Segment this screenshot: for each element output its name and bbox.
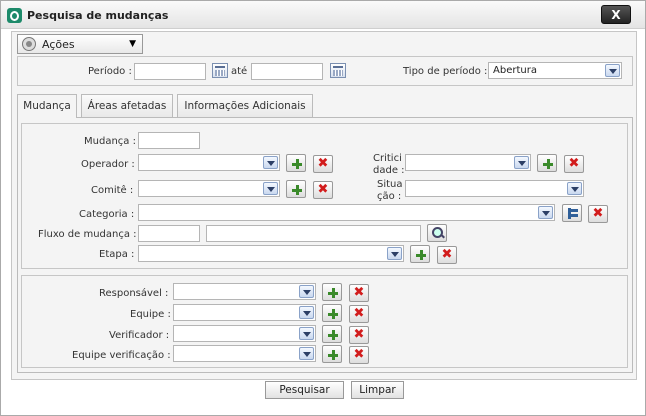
period-filter-bar: Período : até Tipo de período : Abertura bbox=[17, 56, 633, 86]
operador-select[interactable] bbox=[138, 154, 280, 171]
remove-criticidade-button[interactable]: ✖ bbox=[564, 155, 584, 173]
add-icon bbox=[292, 159, 302, 169]
periodo-label: Período : bbox=[88, 66, 132, 77]
equipe-select[interactable] bbox=[173, 304, 316, 321]
dialog-body: Ações ▼ Período : até Tipo de período : … bbox=[11, 31, 637, 380]
dialog-title: Pesquisa de mudanças bbox=[27, 9, 169, 22]
remove-equipe-button[interactable]: ✖ bbox=[349, 305, 369, 323]
app-logo-icon bbox=[7, 8, 22, 23]
add-equipe-button[interactable] bbox=[322, 304, 342, 322]
category-tree-icon[interactable] bbox=[562, 204, 582, 222]
dropdown-arrow-icon bbox=[299, 285, 314, 298]
title-bar[interactable]: Pesquisa de mudanças X bbox=[1, 1, 645, 29]
add-equipe-verificacao-button[interactable] bbox=[322, 345, 342, 363]
comite-label: Comitê : bbox=[91, 185, 134, 196]
caret-down-icon: ▼ bbox=[129, 39, 136, 49]
remove-verificador-button[interactable]: ✖ bbox=[349, 326, 369, 344]
dropdown-arrow-icon bbox=[263, 156, 278, 169]
criticidade-label-2: dade : bbox=[373, 165, 405, 176]
remove-equipe-verificacao-button[interactable]: ✖ bbox=[349, 346, 369, 364]
add-icon bbox=[416, 250, 426, 260]
dropdown-arrow-icon bbox=[605, 64, 620, 77]
add-icon bbox=[328, 309, 338, 319]
equipe-verificacao-label: Equipe verificação : bbox=[72, 350, 171, 361]
verificador-label: Verificador : bbox=[109, 330, 170, 341]
ate-label: até bbox=[231, 66, 248, 77]
add-icon bbox=[328, 288, 338, 298]
operador-label: Operador : bbox=[81, 159, 135, 170]
mudanca-label: Mudança : bbox=[84, 136, 136, 147]
tipo-periodo-value: Abertura bbox=[493, 65, 537, 76]
add-responsavel-button[interactable] bbox=[322, 283, 342, 301]
tipo-periodo-select[interactable]: Abertura bbox=[488, 62, 622, 79]
dropdown-arrow-icon bbox=[567, 182, 582, 195]
dropdown-arrow-icon bbox=[299, 306, 314, 319]
dropdown-arrow-icon bbox=[299, 327, 314, 340]
mudanca-input[interactable] bbox=[138, 132, 200, 149]
tab-areas-afetadas[interactable]: Áreas afetadas bbox=[81, 94, 173, 117]
remove-etapa-button[interactable]: ✖ bbox=[437, 246, 457, 264]
categoria-label: Categoria : bbox=[79, 209, 135, 220]
tab-mudanca[interactable]: Mudança bbox=[17, 94, 77, 118]
tipo-periodo-label: Tipo de período : bbox=[403, 66, 488, 77]
change-fields-group: Mudança : Operador : ✖ Critici dade : ✖ … bbox=[21, 123, 628, 269]
fluxo-label: Fluxo de mudança : bbox=[38, 229, 137, 240]
calendar-end-icon[interactable] bbox=[330, 63, 346, 78]
remove-categoria-button[interactable]: ✖ bbox=[588, 205, 608, 223]
etapa-select[interactable] bbox=[138, 245, 404, 262]
verificador-select[interactable] bbox=[173, 325, 316, 342]
equipe-label: Equipe : bbox=[130, 309, 171, 320]
remove-responsavel-button[interactable]: ✖ bbox=[349, 284, 369, 302]
period-start-input[interactable] bbox=[134, 63, 206, 80]
categoria-select[interactable] bbox=[138, 204, 555, 221]
acoes-label: Ações bbox=[42, 38, 75, 51]
add-criticidade-button[interactable] bbox=[537, 154, 557, 172]
add-icon bbox=[328, 350, 338, 360]
tab-panel-mudanca: Mudança : Operador : ✖ Critici dade : ✖ … bbox=[17, 117, 633, 373]
search-fluxo-icon[interactable] bbox=[427, 224, 447, 242]
dropdown-arrow-icon bbox=[538, 206, 553, 219]
criticidade-select[interactable] bbox=[405, 154, 531, 171]
remove-comite-button[interactable]: ✖ bbox=[313, 181, 333, 199]
dropdown-arrow-icon bbox=[263, 182, 278, 195]
period-end-input[interactable] bbox=[251, 63, 323, 80]
comite-select[interactable] bbox=[138, 180, 280, 197]
etapa-label: Etapa : bbox=[99, 249, 135, 260]
pesquisar-button[interactable]: Pesquisar bbox=[265, 381, 344, 399]
situacao-label-1: Situa bbox=[377, 179, 403, 190]
add-operador-button[interactable] bbox=[286, 154, 306, 172]
responsavel-select[interactable] bbox=[173, 283, 316, 300]
tab-informacoes-adicionais[interactable]: Informações Adicionais bbox=[177, 94, 313, 117]
add-icon bbox=[543, 159, 553, 169]
add-icon bbox=[328, 330, 338, 340]
roles-group: Responsável : ✖ Equipe : ✖ Verificador :… bbox=[21, 275, 628, 368]
acoes-menu-button[interactable]: Ações ▼ bbox=[17, 34, 143, 54]
close-button[interactable]: X bbox=[601, 5, 631, 24]
add-etapa-button[interactable] bbox=[410, 245, 430, 263]
add-comite-button[interactable] bbox=[286, 180, 306, 198]
remove-operador-button[interactable]: ✖ bbox=[313, 155, 333, 173]
situacao-label-2: ção : bbox=[377, 191, 402, 202]
responsavel-label: Responsável : bbox=[99, 288, 169, 299]
gear-icon bbox=[22, 37, 36, 51]
calendar-start-icon[interactable] bbox=[212, 63, 228, 78]
fluxo-name-input[interactable] bbox=[206, 225, 421, 242]
add-icon bbox=[292, 185, 302, 195]
equipe-verificacao-select[interactable] bbox=[173, 345, 316, 362]
limpar-button[interactable]: Limpar bbox=[351, 381, 404, 399]
fluxo-code-input[interactable] bbox=[138, 225, 200, 242]
add-verificador-button[interactable] bbox=[322, 325, 342, 343]
dropdown-arrow-icon bbox=[514, 156, 529, 169]
dropdown-arrow-icon bbox=[299, 347, 314, 360]
criticidade-label-1: Critici bbox=[373, 153, 402, 164]
dropdown-arrow-icon bbox=[387, 247, 402, 260]
situacao-select[interactable] bbox=[405, 180, 584, 197]
search-dialog: Pesquisa de mudanças X Ações ▼ Período :… bbox=[0, 0, 646, 416]
